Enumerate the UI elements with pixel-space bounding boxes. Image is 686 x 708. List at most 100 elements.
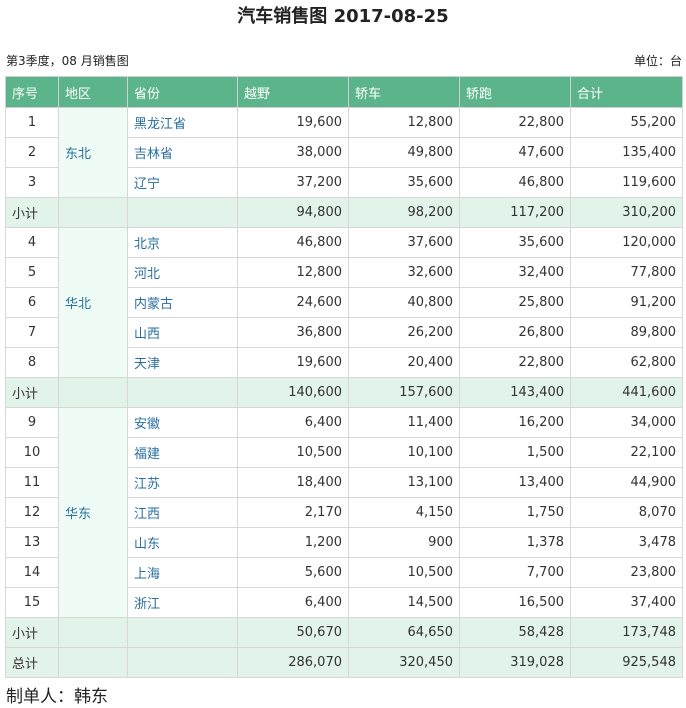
sedan-cell: 11,400 [348,407,460,438]
suv-cell: 38,000 [237,137,349,168]
subtotal-row: 小计 50,670 64,650 58,428 173,748 [5,617,683,648]
coupe-cell: 1,500 [459,437,571,468]
total-cell: 119,600 [570,167,683,198]
province-cell: 河北 [127,257,238,288]
province-cell: 吉林省 [127,137,238,168]
sedan-cell: 14,500 [348,587,460,618]
header-region: 地区 [58,76,128,108]
subtotal-row: 小计 94,800 98,200 117,200 310,200 [5,197,683,228]
region-cell: 华东 [58,407,128,618]
grand-total-label: 总计 [5,647,59,678]
total-cell: 135,400 [570,137,683,168]
grand-total-empty-region [58,647,128,678]
coupe-cell: 16,500 [459,587,571,618]
coupe-cell: 22,800 [459,347,571,378]
suv-cell: 12,800 [237,257,349,288]
sedan-cell: 4,150 [348,497,460,528]
author-label: 制单人：韩东 [6,687,108,707]
coupe-cell: 25,800 [459,287,571,318]
sedan-cell: 900 [348,527,460,558]
grand-total-sedan: 320,450 [348,647,460,678]
subtotal-coupe: 58,428 [459,617,571,648]
province-cell: 天津 [127,347,238,378]
province-cell: 江西 [127,497,238,528]
sedan-cell: 32,600 [348,257,460,288]
header-row: 序号 地区 省份 越野 轿车 轿跑 合计 [5,76,683,108]
seq-cell: 1 [5,107,59,138]
subtotal-coupe: 117,200 [459,197,571,228]
coupe-cell: 7,700 [459,557,571,588]
province-cell: 黑龙江省 [127,107,238,138]
suv-cell: 5,600 [237,557,349,588]
province-cell: 福建 [127,437,238,468]
subtotal-sedan: 157,600 [348,377,460,408]
sedan-cell: 35,600 [348,167,460,198]
region-cell: 东北 [58,107,128,198]
grand-total-empty-province [127,647,238,678]
province-cell: 江苏 [127,467,238,498]
seq-cell: 15 [5,587,59,618]
province-cell: 安徽 [127,407,238,438]
total-cell: 89,800 [570,317,683,348]
seq-cell: 3 [5,167,59,198]
report-subtitle: 第3季度，08 月销售图 [6,54,129,68]
province-cell: 北京 [127,227,238,258]
total-cell: 8,070 [570,497,683,528]
province-cell: 上海 [127,557,238,588]
subtotal-empty-region [58,197,128,228]
total-cell: 37,400 [570,587,683,618]
suv-cell: 2,170 [237,497,349,528]
grand-total-coupe: 319,028 [459,647,571,678]
sedan-cell: 37,600 [348,227,460,258]
total-cell: 91,200 [570,287,683,318]
province-cell: 山西 [127,317,238,348]
subtotal-total: 441,600 [570,377,683,408]
suv-cell: 24,600 [237,287,349,318]
grand-total-row: 总计 286,070 320,450 319,028 925,548 [5,647,683,678]
coupe-cell: 1,750 [459,497,571,528]
subtotal-empty-province [127,197,238,228]
table-row: 4 华北 北京 46,800 37,600 35,600 120,000 [5,227,683,378]
seq-cell: 13 [5,527,59,558]
suv-cell: 19,600 [237,107,349,138]
suv-cell: 1,200 [237,527,349,558]
province-cell: 内蒙古 [127,287,238,318]
province-cell: 辽宁 [127,167,238,198]
suv-cell: 36,800 [237,317,349,348]
seq-cell: 14 [5,557,59,588]
seq-cell: 9 [5,407,59,438]
coupe-cell: 22,800 [459,107,571,138]
subtotal-suv: 94,800 [237,197,349,228]
coupe-cell: 35,600 [459,227,571,258]
grand-total-total: 925,548 [570,647,683,678]
sedan-cell: 10,100 [348,437,460,468]
grand-total-suv: 286,070 [237,647,349,678]
sedan-cell: 40,800 [348,287,460,318]
total-cell: 120,000 [570,227,683,258]
region-cell: 华北 [58,227,128,378]
subtotal-label: 小计 [5,377,59,408]
suv-cell: 6,400 [237,587,349,618]
header-sedan: 轿车 [348,76,460,108]
suv-cell: 10,500 [237,437,349,468]
total-cell: 22,100 [570,437,683,468]
total-cell: 55,200 [570,107,683,138]
subtotal-sedan: 98,200 [348,197,460,228]
total-cell: 62,800 [570,347,683,378]
coupe-cell: 16,200 [459,407,571,438]
seq-cell: 7 [5,317,59,348]
table-row: 1 东北 黑龙江省 19,600 12,800 22,800 55,200 [5,107,683,198]
subtotal-coupe: 143,400 [459,377,571,408]
coupe-cell: 46,800 [459,167,571,198]
total-cell: 34,000 [570,407,683,438]
coupe-cell: 1,378 [459,527,571,558]
subtotal-empty-region [58,377,128,408]
seq-cell: 6 [5,287,59,318]
table-row: 9 华东 安徽 6,400 11,400 16,200 34,000 [5,407,683,618]
seq-cell: 4 [5,227,59,258]
header-coupe: 轿跑 [459,76,571,108]
subtotal-empty-province [127,617,238,648]
subtotal-empty-province [127,377,238,408]
subtotal-label: 小计 [5,197,59,228]
subtotal-total: 173,748 [570,617,683,648]
